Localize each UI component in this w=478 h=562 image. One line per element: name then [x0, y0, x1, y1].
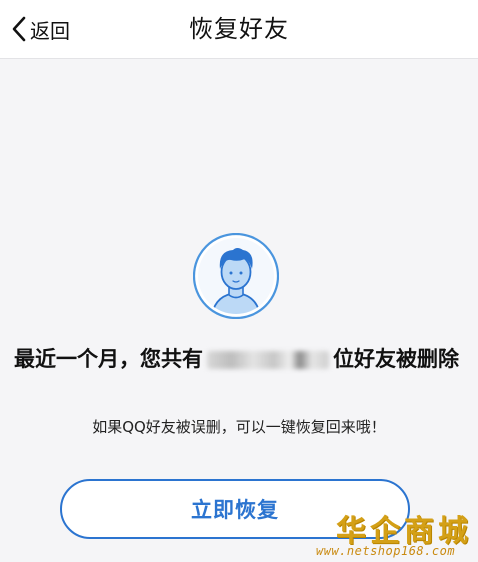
headline-prefix: 最近一个月，您共有 — [14, 347, 203, 371]
blurred-friend-count — [207, 351, 329, 369]
headline-suffix: 位好友被删除 — [333, 347, 459, 371]
restore-now-label: 立即恢复 — [191, 498, 279, 522]
watermark-url: www.netshop168.com — [316, 544, 456, 558]
deleted-friends-headline: 最近一个月，您共有 位好友被删除 — [14, 344, 464, 375]
user-avatar-icon — [192, 232, 280, 320]
header-bar: 返回 恢复好友 — [0, 0, 478, 59]
restore-hint-text: 如果QQ好友被误删，可以一键恢复回来哦！ — [92, 418, 386, 436]
page-title: 恢复好友 — [189, 15, 289, 43]
